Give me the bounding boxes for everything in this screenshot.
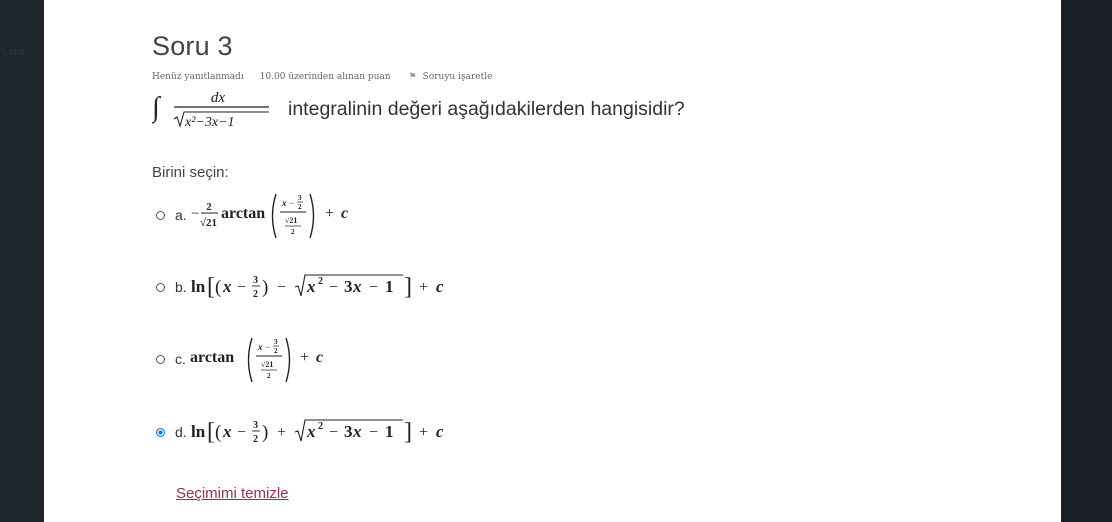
svg-text:+: + (300, 349, 309, 366)
option-b-radio[interactable] (156, 282, 165, 292)
svg-text:3: 3 (344, 277, 353, 296)
svg-text:2: 2 (318, 421, 323, 432)
question-text: integralinin değeri aşağıdakilerden hang… (288, 97, 685, 120)
svg-text:]: ] (404, 274, 412, 300)
svg-text:3: 3 (253, 275, 258, 286)
svg-text:√21: √21 (261, 360, 273, 369)
svg-text:−: − (277, 279, 286, 296)
svg-text:x: x (222, 277, 232, 296)
svg-text:c: c (341, 205, 348, 222)
svg-text:−: − (289, 198, 294, 208)
right-dark-strip (1061, 0, 1112, 522)
svg-text:x: x (352, 277, 362, 296)
flag-question-button[interactable]: ⚑ Soruyu işaretle (409, 72, 493, 82)
svg-text:−: − (369, 424, 378, 441)
svg-text:2: 2 (298, 203, 302, 211)
svg-text:1: 1 (385, 277, 394, 296)
svg-text:c: c (436, 277, 444, 296)
svg-text:x: x (257, 342, 263, 352)
option-d[interactable]: d. ln [ ( x − 3 2 ) + x 2 − 3 x − 1 ] + … (152, 415, 481, 449)
option-c-radio[interactable] (156, 354, 165, 364)
question-panel: Soru 3 Henüz yanıtlanmadı 10.00 üzerinde… (44, 0, 1061, 522)
integral-sign: ∫ (152, 92, 162, 124)
option-a-radio[interactable] (156, 210, 165, 220)
svg-text:c: c (316, 349, 323, 366)
clear-selection-link[interactable]: Seçimimi temizle (176, 485, 289, 502)
option-c-letter: c. (175, 351, 186, 367)
svg-text:2: 2 (274, 347, 278, 355)
svg-text:c: c (436, 422, 444, 441)
option-d-letter: d. (175, 424, 187, 440)
svg-text:arctan: arctan (190, 349, 234, 366)
svg-text:[: [ (207, 419, 215, 445)
svg-text:−: − (329, 424, 338, 441)
svg-text:ln: ln (191, 277, 206, 296)
svg-text:2: 2 (206, 201, 212, 213)
svg-text:]: ] (404, 419, 412, 445)
svg-text:3: 3 (344, 422, 353, 441)
question-points: 10.00 üzerinden alınan puan (259, 72, 391, 82)
svg-text:2: 2 (267, 372, 271, 380)
option-c[interactable]: c. arctan x − 3 2 √21 2 + c (152, 332, 370, 386)
sidebar-faint-text: Lalla (2, 46, 26, 58)
svg-text:(: ( (215, 277, 221, 298)
question-title: Soru 3 (152, 31, 233, 61)
svg-text:+: + (419, 424, 428, 441)
option-b-formula: ln [ ( x − 3 2 ) − x 2 − 3 x − 1 ] + c (191, 274, 444, 300)
svg-text:−: − (237, 424, 246, 441)
svg-text:√21: √21 (285, 216, 297, 225)
svg-text:−: − (237, 279, 246, 296)
svg-text:−: − (369, 279, 378, 296)
svg-text:2: 2 (291, 228, 295, 236)
option-a-formula: − 2 √21 arctan x − 3 2 √21 2 + c (191, 193, 348, 239)
svg-text:x: x (306, 422, 316, 441)
svg-text:x: x (222, 422, 232, 441)
svg-text:arctan: arctan (221, 205, 265, 222)
question-meta: Henüz yanıtlanmadı 10.00 üzerinden alına… (152, 72, 492, 82)
svg-text:x: x (352, 422, 362, 441)
svg-text:x: x (281, 198, 287, 208)
svg-text:2: 2 (253, 434, 258, 445)
svg-text:): ) (262, 277, 268, 298)
svg-text:2: 2 (318, 276, 323, 287)
question-text-line: ∫ dx x²−3x−1 integralinin değeri aşağıda… (152, 86, 685, 132)
svg-text:1: 1 (385, 422, 394, 441)
option-d-radio[interactable] (156, 427, 165, 437)
left-sidebar-strip: Lalla (0, 0, 44, 522)
integral-formula: ∫ dx x²−3x−1 (152, 90, 269, 130)
flag-icon: ⚑ (408, 72, 417, 82)
option-a[interactable]: a. − 2 √21 arctan x − 3 2 √21 2 + c (152, 188, 391, 242)
svg-text:x: x (306, 277, 316, 296)
option-d-formula: ln [ ( x − 3 2 ) + x 2 − 3 x − 1 ] + c (191, 419, 444, 445)
option-b-letter: b. (175, 279, 187, 295)
svg-text:3: 3 (298, 194, 302, 202)
svg-text:+: + (277, 424, 286, 441)
integral-numerator: dx (211, 90, 226, 106)
svg-text:[: [ (207, 274, 215, 300)
svg-text:): ) (262, 422, 268, 443)
svg-text:√21: √21 (200, 217, 217, 229)
integral-radicand: x²−3x−1 (184, 115, 235, 130)
option-c-formula: arctan x − 3 2 √21 2 + c (190, 337, 323, 383)
svg-text:(: ( (215, 422, 221, 443)
option-b[interactable]: b. ln [ ( x − 3 2 ) − x 2 − 3 x − 1 ] + … (152, 270, 481, 304)
svg-text:ln: ln (191, 422, 206, 441)
svg-text:+: + (325, 205, 334, 222)
answer-prompt: Birini seçin: (152, 164, 229, 181)
option-a-letter: a. (175, 207, 187, 223)
svg-text:+: + (419, 279, 428, 296)
question-status: Henüz yanıtlanmadı (152, 72, 244, 82)
flag-question-label: Soruyu işaretle (422, 72, 493, 82)
svg-text:2: 2 (253, 289, 258, 300)
svg-text:3: 3 (274, 338, 278, 346)
svg-text:−: − (191, 206, 199, 222)
svg-text:−: − (265, 342, 270, 352)
svg-text:3: 3 (253, 420, 258, 431)
svg-text:−: − (329, 279, 338, 296)
